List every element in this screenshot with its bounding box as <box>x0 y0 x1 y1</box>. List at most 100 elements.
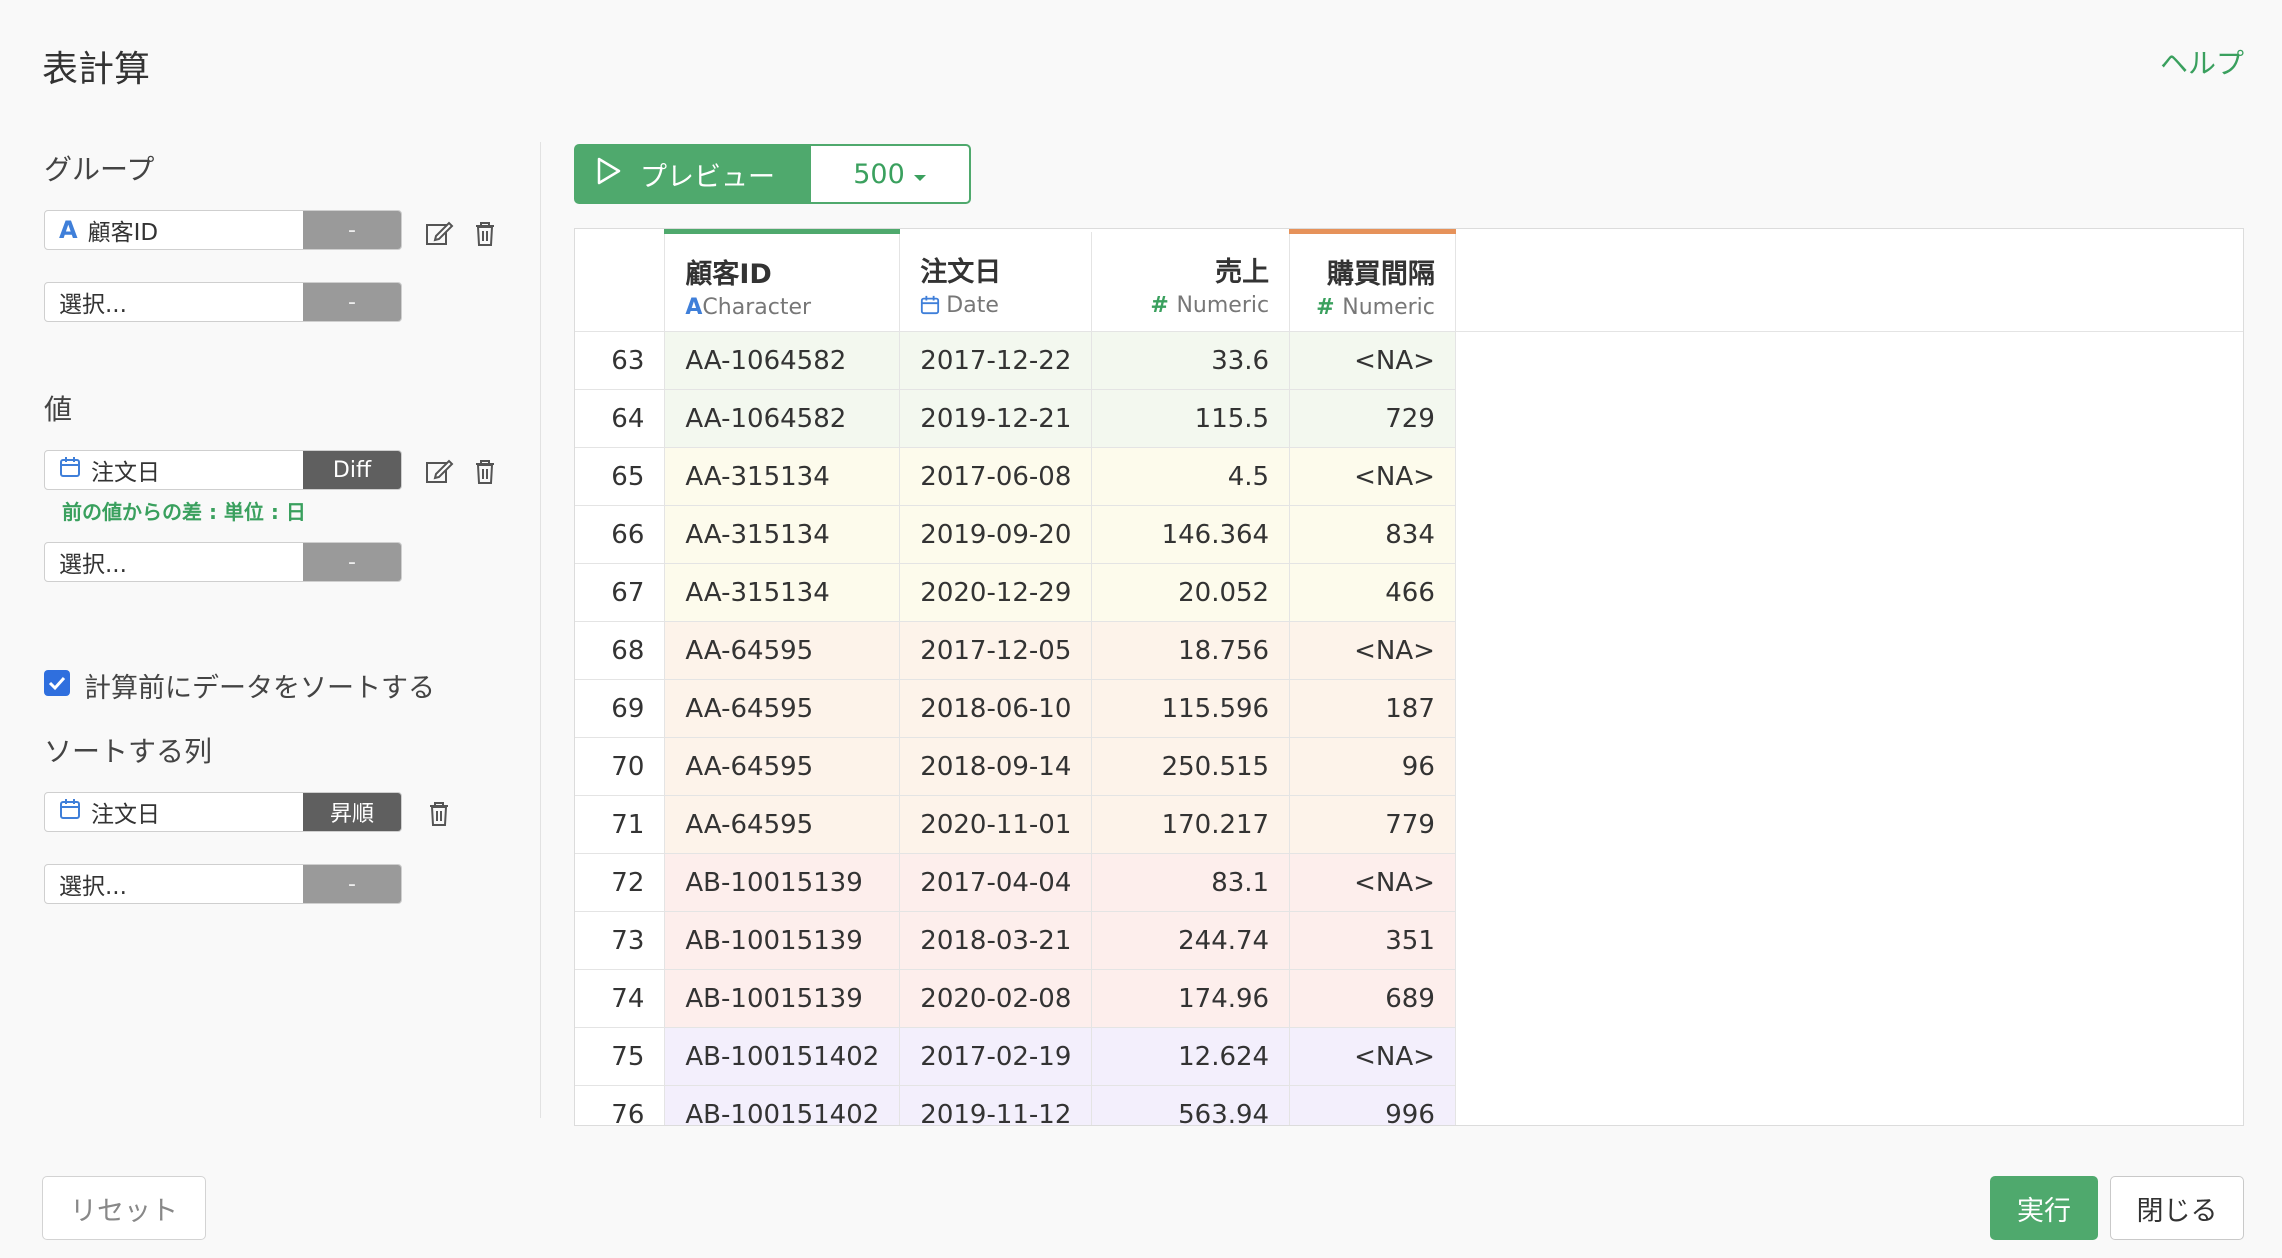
edit-icon[interactable] <box>424 218 454 248</box>
column-header-sales[interactable]: 売上 # Numeric <box>1091 231 1291 332</box>
row-index: 63 <box>575 331 666 390</box>
cell-purchase-interval: 729 <box>1289 389 1456 448</box>
value-select-placeholder: 選択... <box>59 552 127 578</box>
group-column-field[interactable]: A 顧客ID - <box>44 210 402 250</box>
cell-order-date: 2017-06-08 <box>899 447 1093 506</box>
hash-icon: # <box>1316 295 1343 320</box>
cell-sales: 146.364 <box>1091 505 1291 564</box>
column-header-order-date[interactable]: 注文日 Date <box>899 231 1093 332</box>
cell-order-date: 2017-02-19 <box>899 1027 1093 1086</box>
empty-cell <box>1455 564 2243 622</box>
column-type: Numeric <box>1176 292 1270 318</box>
cell-sales: 18.756 <box>1091 621 1291 680</box>
cell-purchase-interval: 187 <box>1289 679 1456 738</box>
empty-cell <box>1455 448 2243 506</box>
column-header-purchase-interval[interactable]: 購買間隔 # Numeric <box>1289 229 1456 332</box>
cell-sales: 115.596 <box>1091 679 1291 738</box>
table-row: 76 AB-100151402 2019-11-12 563.94 996 <box>575 1085 2243 1125</box>
value-column-field[interactable]: 注文日 Diff <box>44 450 402 490</box>
preview-table[interactable]: 顧客ID ACharacter 注文日 Date 売上 # Numeric 購買… <box>574 228 2244 1126</box>
cell-customer-id: AA-1064582 <box>664 389 901 448</box>
sort-select-option-button[interactable]: - <box>303 865 401 903</box>
cell-order-date: 2019-09-20 <box>899 505 1093 564</box>
preview-button-label: プレビュー <box>640 161 775 193</box>
cell-purchase-interval: <NA> <box>1289 853 1456 912</box>
cell-order-date: 2018-09-14 <box>899 737 1093 796</box>
cell-purchase-interval: 466 <box>1289 563 1456 622</box>
cell-purchase-interval: 834 <box>1289 505 1456 564</box>
table-row: 66 AA-315134 2019-09-20 146.364 834 <box>575 505 2243 564</box>
cell-purchase-interval: 351 <box>1289 911 1456 970</box>
cell-customer-id: AB-100151402 <box>664 1085 901 1125</box>
preview-button[interactable]: プレビュー <box>574 144 810 204</box>
sort-before-calc-label: 計算前にデータをソートする <box>84 673 435 704</box>
table-row: 74 AB-10015139 2020-02-08 174.96 689 <box>575 969 2243 1028</box>
cell-purchase-interval: 689 <box>1289 969 1456 1028</box>
trash-icon[interactable] <box>470 218 500 248</box>
cell-order-date: 2020-11-01 <box>899 795 1093 854</box>
column-name: 注文日 <box>920 256 1002 288</box>
cell-purchase-interval: 996 <box>1289 1085 1456 1125</box>
row-index: 76 <box>575 1085 666 1125</box>
trash-icon[interactable] <box>470 456 500 486</box>
calendar-icon <box>59 798 81 826</box>
sort-before-calc-checkbox[interactable] <box>44 670 70 696</box>
ascending-button[interactable]: 昇順 <box>303 793 401 831</box>
group-select-option-button[interactable]: - <box>303 283 401 321</box>
cell-order-date: 2017-12-05 <box>899 621 1093 680</box>
run-button[interactable]: 実行 <box>1990 1176 2098 1240</box>
column-name: 売上 <box>1215 256 1270 288</box>
cell-customer-id: AB-10015139 <box>664 853 901 912</box>
trash-icon[interactable] <box>424 798 454 828</box>
empty-cell <box>1455 506 2243 564</box>
group-select-placeholder: 選択... <box>59 292 127 318</box>
calendar-icon <box>59 456 81 484</box>
group-select-field[interactable]: 選択... - <box>44 282 402 322</box>
cell-customer-id: AB-10015139 <box>664 911 901 970</box>
empty-cell <box>1455 1028 2243 1086</box>
edit-icon[interactable] <box>424 456 454 486</box>
group-column-option-button[interactable]: - <box>303 211 401 249</box>
value-select-option-button[interactable]: - <box>303 543 401 581</box>
cell-order-date: 2019-11-12 <box>899 1085 1093 1125</box>
empty-cell <box>1455 622 2243 680</box>
sort-columns-label: ソートする列 <box>44 735 213 768</box>
cell-customer-id: AA-315134 <box>664 563 901 622</box>
sort-select-field[interactable]: 選択... - <box>44 864 402 904</box>
group-label: グループ <box>44 153 155 186</box>
table-row: 65 AA-315134 2017-06-08 4.5 <NA> <box>575 447 2243 506</box>
value-select-field[interactable]: 選択... - <box>44 542 402 582</box>
row-index: 73 <box>575 911 666 970</box>
empty-header <box>1455 231 2243 332</box>
table-row: 69 AA-64595 2018-06-10 115.596 187 <box>575 679 2243 738</box>
cell-sales: 563.94 <box>1091 1085 1291 1125</box>
help-link[interactable]: ヘルプ <box>2160 42 2244 82</box>
value-label: 値 <box>44 393 73 426</box>
table-row: 72 AB-10015139 2017-04-04 83.1 <NA> <box>575 853 2243 912</box>
cell-sales: 12.624 <box>1091 1027 1291 1086</box>
preview-rows-select[interactable]: 500 <box>809 144 971 204</box>
cell-order-date: 2017-12-22 <box>899 331 1093 390</box>
diff-hint: 前の値からの差 : 単位 : 日 <box>62 500 306 524</box>
sort-select-placeholder: 選択... <box>59 874 127 900</box>
cell-sales: 83.1 <box>1091 853 1291 912</box>
close-button[interactable]: 閉じる <box>2110 1176 2244 1240</box>
row-index: 64 <box>575 389 666 448</box>
empty-cell <box>1455 390 2243 448</box>
column-type: Character <box>702 295 812 320</box>
row-index: 75 <box>575 1027 666 1086</box>
group-column-value: 顧客ID <box>87 220 159 246</box>
cell-purchase-interval: 96 <box>1289 737 1456 796</box>
table-row: 64 AA-1064582 2019-12-21 115.5 729 <box>575 389 2243 448</box>
empty-cell <box>1455 970 2243 1028</box>
reset-button[interactable]: リセット <box>42 1176 206 1240</box>
sort-column-field[interactable]: 注文日 昇順 <box>44 792 402 832</box>
cell-order-date: 2020-12-29 <box>899 563 1093 622</box>
play-icon <box>596 157 622 192</box>
cell-customer-id: AA-315134 <box>664 447 901 506</box>
row-index: 66 <box>575 505 666 564</box>
sort-column-value: 注文日 <box>91 802 160 828</box>
diff-button[interactable]: Diff <box>303 451 401 489</box>
column-name: 顧客ID <box>685 259 772 290</box>
column-header-customer-id[interactable]: 顧客ID ACharacter <box>664 229 901 332</box>
